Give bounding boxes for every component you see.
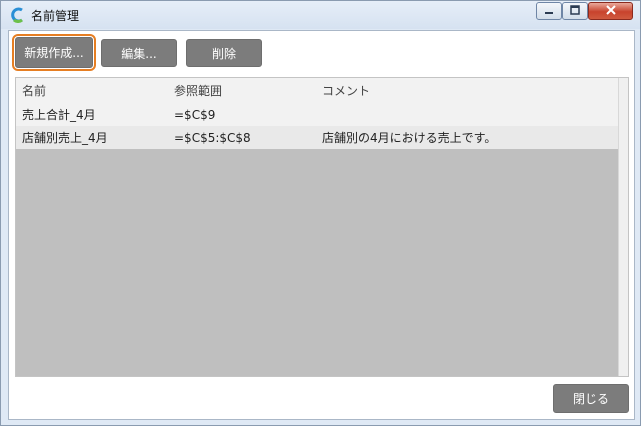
close-dialog-button[interactable]: 閉じる [553,384,629,413]
maximize-icon [570,4,580,18]
delete-name-button[interactable]: 削除 [186,39,262,67]
close-icon [605,4,617,19]
minimize-button[interactable] [536,2,562,20]
cell-reference: =$C$9 [174,107,216,122]
dialog-client-area: 新規作成... 編集... 削除 名前 参照範囲 コメント 売上合計_4月 =$… [8,30,635,420]
cell-comment: 店舗別の4月における売上です。 [322,131,497,145]
new-name-button[interactable]: 新規作成... [12,34,96,71]
app-logo-icon [9,7,25,23]
names-grid[interactable]: 名前 参照範囲 コメント 売上合計_4月 =$C$9 店舗別売上_4月 =$C$… [15,77,629,377]
close-window-button[interactable] [588,2,633,20]
grid-header: 名前 参照範囲 コメント [16,78,618,103]
cell-name: 店舗別売上_4月 [22,131,108,145]
minimize-icon [544,4,554,18]
table-row[interactable]: 売上合計_4月 =$C$9 [16,103,618,126]
column-header-comment[interactable]: コメント [322,78,370,103]
title-bar: 名前管理 [1,1,640,29]
name-manager-window: 名前管理 新規作成... 編集... 削除 名前 参照範囲 コメント 売上合計_… [0,0,641,426]
vertical-scrollbar[interactable] [618,78,628,376]
column-header-reference[interactable]: 参照範囲 [174,78,222,103]
edit-name-button[interactable]: 編集... [101,39,177,67]
maximize-button[interactable] [562,2,588,20]
column-header-name[interactable]: 名前 [22,78,46,103]
table-row[interactable]: 店舗別売上_4月 =$C$5:$C$8 店舗別の4月における売上です。 [16,126,618,149]
cell-name: 売上合計_4月 [22,108,96,122]
cell-reference: =$C$5:$C$8 [174,130,251,145]
window-title: 名前管理 [31,9,80,23]
